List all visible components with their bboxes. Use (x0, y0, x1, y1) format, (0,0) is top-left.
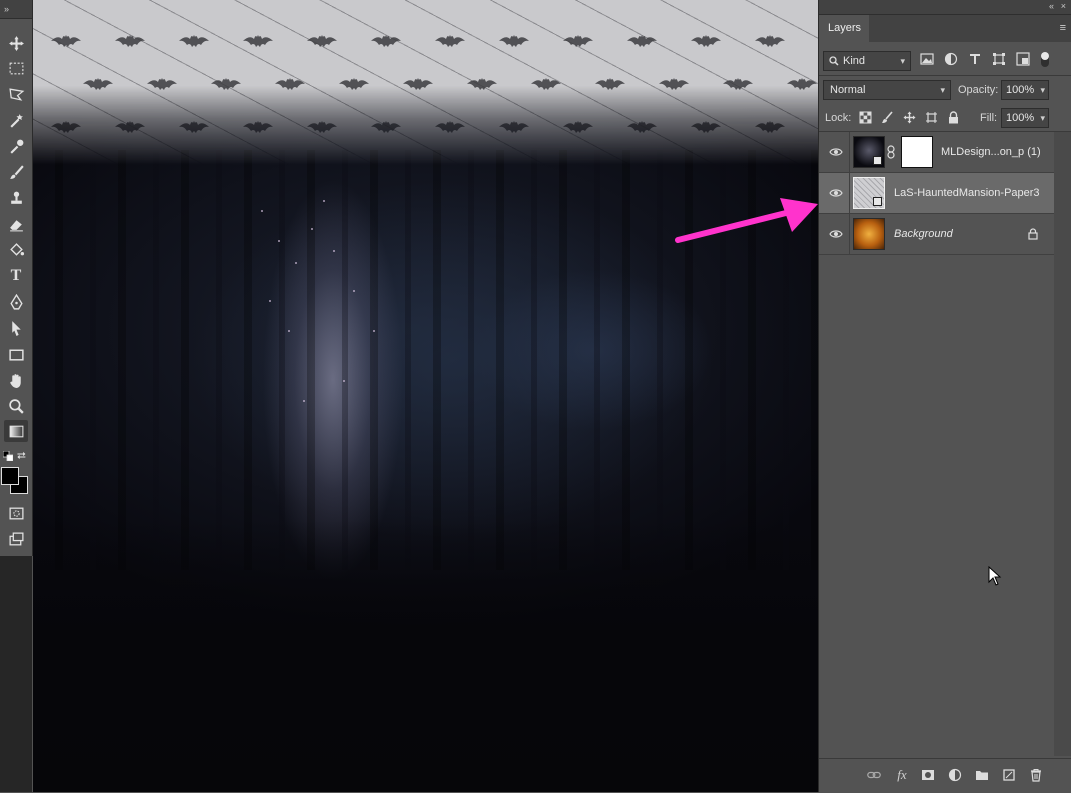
chevron-down-icon: ▾ (1040, 113, 1045, 123)
layer-locked-icon (1028, 228, 1038, 240)
chevron-down-icon: ▾ (1040, 85, 1045, 95)
tools-panel: » T ⮂ (0, 0, 33, 556)
rectangle-shape-icon[interactable] (4, 343, 28, 365)
workspace-background (0, 556, 32, 792)
divider (849, 214, 850, 255)
layers-scrollbar[interactable] (1054, 132, 1071, 756)
visibility-eye-icon[interactable] (829, 145, 843, 159)
chevron-down-icon: ▾ (900, 56, 905, 66)
fx-icon[interactable]: fx (894, 767, 910, 783)
blend-mode-dropdown[interactable]: Normal ▾ (823, 80, 951, 100)
add-mask-icon[interactable] (920, 767, 936, 783)
gradient-icon[interactable] (4, 420, 28, 442)
lock-label: Lock: (825, 112, 852, 124)
lock-position-icon[interactable] (901, 109, 917, 125)
annotation-arrow (675, 198, 818, 243)
brush-icon[interactable] (4, 161, 28, 183)
eyedropper-icon[interactable] (4, 135, 28, 157)
opacity-label: Opacity: (958, 84, 999, 96)
toolbar-collapse-button[interactable]: » (0, 0, 32, 19)
search-icon (829, 56, 839, 66)
divider (849, 132, 850, 173)
lock-all-icon[interactable] (945, 109, 961, 125)
foreground-color-swatch[interactable] (1, 467, 19, 485)
smart-object-filter-icon[interactable] (1015, 51, 1031, 67)
shape-filter-icon[interactable] (991, 51, 1007, 67)
zoom-icon[interactable] (4, 395, 28, 417)
layer-thumbnail[interactable] (853, 136, 885, 168)
move-icon[interactable] (4, 32, 28, 54)
layers-panel: « × Layers ≡ Kind ▾ Normal ▾ Opacity: 10… (818, 0, 1071, 793)
layer-row[interactable]: Background (819, 214, 1054, 255)
screen-mode-icon[interactable] (4, 528, 28, 550)
panel-menu-icon[interactable]: ≡ (1060, 23, 1066, 34)
pen-icon[interactable] (4, 291, 28, 313)
layer-name: LaS-HauntedMansion-Paper3 (894, 187, 1040, 199)
opacity-field[interactable]: 100% ▾ (1001, 80, 1049, 100)
panel-tabs: Layers ≡ (819, 15, 1071, 42)
default-colors-icon[interactable] (2, 450, 14, 462)
delete-layer-icon[interactable] (1028, 767, 1044, 783)
layer-thumbnail[interactable] (853, 177, 885, 209)
chevron-down-icon: ▾ (940, 85, 945, 95)
arrow-select-icon[interactable] (4, 317, 28, 339)
type-filter-icon[interactable] (967, 51, 983, 67)
visibility-eye-icon[interactable] (829, 227, 843, 241)
type-icon[interactable]: T (4, 265, 28, 287)
link-layers-icon[interactable] (866, 767, 882, 783)
layers-bottom-bar: fx (819, 758, 1071, 793)
divider (819, 75, 1071, 76)
close-panel-button[interactable]: × (1061, 1, 1066, 11)
paint-bucket-icon[interactable] (4, 239, 28, 261)
swap-colors-icon[interactable]: ⮂ (17, 451, 26, 462)
smart-object-badge-icon (873, 156, 882, 165)
lock-image-icon[interactable] (879, 109, 895, 125)
mouse-cursor-icon (988, 566, 1002, 586)
layers-list: MLDesign...on_p (1) LaS-HauntedMansion-P… (819, 132, 1054, 256)
layer-mask-thumbnail[interactable] (901, 136, 933, 168)
collapse-panels-button[interactable]: « (1049, 1, 1054, 11)
filter-toggle-switch[interactable] (1041, 52, 1049, 67)
dark-ground (33, 520, 818, 792)
polygonal-lasso-icon[interactable] (4, 83, 28, 105)
eraser-icon[interactable] (4, 213, 28, 235)
magic-wand-icon[interactable] (4, 109, 28, 131)
filter-kind-dropdown[interactable]: Kind ▾ (823, 51, 911, 71)
fill-label: Fill: (980, 112, 998, 124)
divider (849, 173, 850, 214)
bat-pattern-paper (33, 0, 818, 165)
adjustment-filter-icon[interactable] (943, 51, 959, 67)
layer-name: Background (894, 228, 953, 240)
lock-transparent-icon[interactable] (857, 109, 873, 125)
document-canvas[interactable] (33, 0, 818, 792)
hand-icon[interactable] (4, 369, 28, 391)
clone-stamp-icon[interactable] (4, 187, 28, 209)
fill-field[interactable]: 100% ▾ (1001, 108, 1049, 128)
layer-thumbnail[interactable] (853, 218, 885, 250)
visibility-eye-icon[interactable] (829, 186, 843, 200)
layer-row[interactable]: MLDesign...on_p (1) (819, 132, 1054, 173)
new-group-icon[interactable] (974, 767, 990, 783)
layer-row-selected[interactable]: LaS-HauntedMansion-Paper3 (819, 173, 1054, 214)
quick-mask-icon[interactable] (4, 502, 28, 524)
new-layer-icon[interactable] (1001, 767, 1017, 783)
rect-marquee-icon[interactable] (4, 57, 28, 79)
panel-dock-bar: « × (819, 0, 1071, 15)
smart-object-badge-icon (873, 197, 882, 206)
adjustment-layer-icon[interactable] (947, 767, 963, 783)
image-filter-icon[interactable] (919, 51, 935, 67)
mask-link-icon[interactable] (887, 145, 895, 159)
layer-name: MLDesign...on_p (1) (941, 146, 1041, 158)
tab-layers[interactable]: Layers (819, 15, 869, 42)
lock-artboard-icon[interactable] (923, 109, 939, 125)
